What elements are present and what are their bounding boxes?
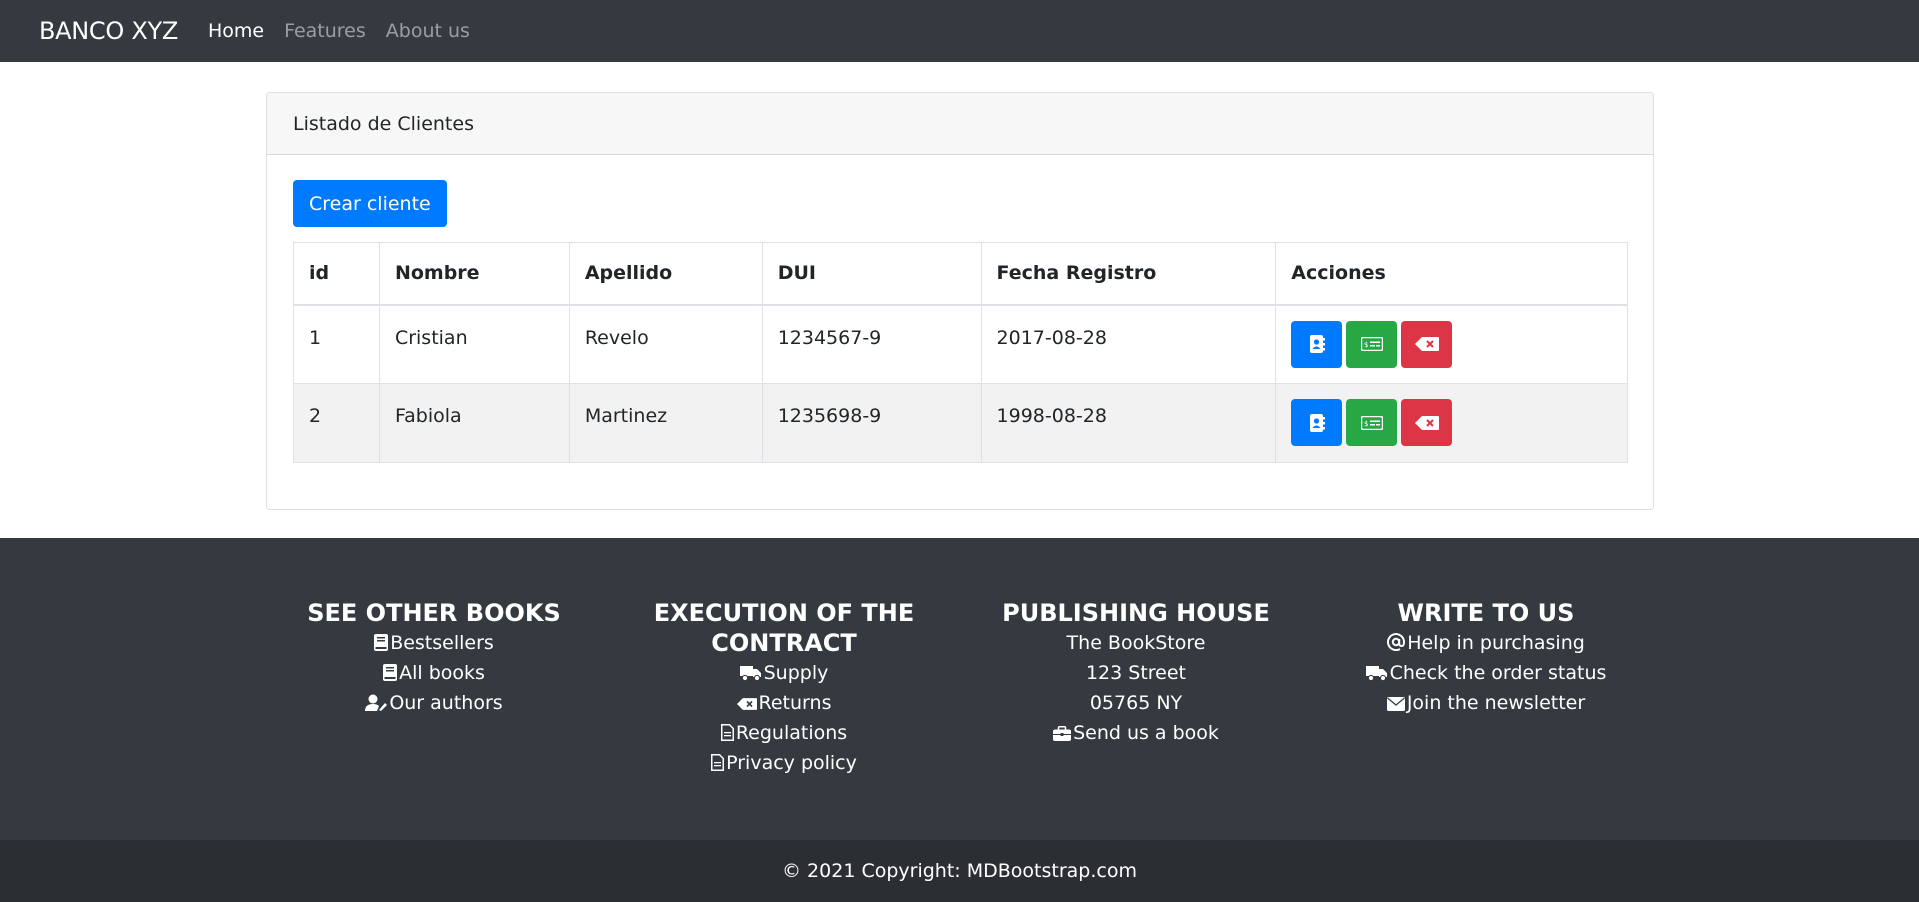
footer-heading: WRITE TO US: [1397, 599, 1575, 627]
footer-heading: EXECUTION OF THE CONTRACT: [653, 599, 915, 657]
svg-text:$: $: [1364, 420, 1368, 428]
column-header-acciones: Acciones: [1275, 242, 1628, 306]
column-header-nombre: Nombre: [378, 242, 570, 306]
money-check-button[interactable]: $: [1346, 320, 1398, 368]
cell-nombre: Fabiola: [378, 383, 570, 463]
cell-apellido: Revelo: [568, 304, 763, 384]
footer-link-bestsellers[interactable]: Bestsellers: [284, 628, 584, 658]
backspace-icon: [1414, 415, 1439, 430]
card-header: Listado de Clientes: [267, 93, 1653, 155]
cell-fecha: 1998-08-28: [980, 383, 1277, 463]
envelope-icon: [1386, 697, 1405, 711]
navbar: BANCO XYZ Home Features About us: [0, 0, 1919, 62]
copyright-text: © 2021 Copyright: MDBootstrap.com: [782, 860, 1137, 882]
briefcase-icon: [1053, 726, 1072, 741]
user-edit-icon: [365, 694, 388, 711]
money-check-button[interactable]: $: [1346, 399, 1398, 446]
footer-link-supply[interactable]: Supply: [634, 658, 934, 688]
money-check-icon: $: [1360, 337, 1383, 351]
footer-link-returns[interactable]: Returns: [634, 688, 934, 718]
column-header-id: id: [293, 242, 380, 306]
footer-column-contract: EXECUTION OF THE CONTRACT Supply Returns…: [634, 598, 934, 778]
truck-icon: [1365, 666, 1387, 682]
nav-link-features[interactable]: Features: [284, 20, 366, 42]
footer-link-all-books[interactable]: All books: [284, 658, 584, 688]
table-row: 1 Cristian Revelo 1234567-9 2017-08-28 $: [293, 304, 1628, 384]
footer-text-city: 05765 NY: [1089, 692, 1183, 714]
footer-link-order-status[interactable]: Check the order status: [1336, 658, 1636, 688]
table-row: 2 Fabiola Martinez 1235698-9 1998-08-28 …: [293, 383, 1628, 463]
column-header-dui: DUI: [761, 242, 982, 306]
footer-column-books: SEE OTHER BOOKS Bestsellers All books Ou…: [284, 598, 584, 718]
money-check-icon: $: [1360, 415, 1383, 430]
at-icon: [1387, 633, 1406, 652]
contact-book-icon: [1309, 335, 1325, 353]
column-header-fecha: Fecha Registro: [980, 242, 1277, 306]
svg-text:$: $: [1364, 341, 1368, 349]
table-header-row: id Nombre Apellido DUI Fecha Registro Ac…: [293, 242, 1628, 306]
delete-button[interactable]: [1401, 320, 1453, 368]
cell-actions: $: [1275, 383, 1628, 463]
footer-link-privacy-policy[interactable]: Privacy policy: [634, 748, 934, 778]
footer-heading: SEE OTHER BOOKS: [307, 599, 561, 627]
copyright-bar: © 2021 Copyright: MDBootstrap.com: [0, 840, 1919, 902]
truck-icon: [739, 666, 761, 682]
view-contact-button[interactable]: [1291, 399, 1343, 446]
book-icon: [383, 664, 398, 681]
cell-apellido: Martinez: [568, 383, 763, 463]
cell-dui: 1234567-9: [761, 304, 982, 384]
column-header-apellido: Apellido: [568, 242, 763, 306]
backspace-icon: [1414, 337, 1439, 351]
cell-id: 2: [293, 383, 380, 463]
delete-button[interactable]: [1401, 399, 1453, 446]
footer: SEE OTHER BOOKS Bestsellers All books Ou…: [0, 538, 1919, 840]
footer-link-our-authors[interactable]: Our authors: [284, 688, 584, 718]
cell-actions: $: [1275, 304, 1628, 384]
clients-card: Listado de Clientes Crear cliente id Nom…: [266, 92, 1654, 510]
footer-link-newsletter[interactable]: Join the newsletter: [1336, 688, 1636, 718]
file-icon: [720, 724, 734, 741]
footer-column-publishing: PUBLISHING HOUSE The BookStore 123 Stree…: [986, 598, 1286, 748]
create-client-button[interactable]: Crear cliente: [293, 180, 447, 227]
footer-text-store: The BookStore: [1066, 632, 1206, 654]
footer-column-write: WRITE TO US Help in purchasing Check the…: [1336, 598, 1636, 718]
cell-nombre: Cristian: [378, 304, 570, 384]
footer-link-regulations[interactable]: Regulations: [634, 718, 934, 748]
cell-dui: 1235698-9: [761, 383, 982, 463]
footer-text-street: 123 Street: [1085, 662, 1187, 684]
book-icon: [374, 634, 389, 651]
cell-fecha: 2017-08-28: [980, 304, 1277, 384]
card-body: Crear cliente id Nombre Apellido DUI Fec…: [267, 155, 1653, 488]
footer-link-send-book[interactable]: Send us a book: [986, 718, 1286, 748]
main-content: Listado de Clientes Crear cliente id Nom…: [0, 62, 1919, 538]
footer-heading: PUBLISHING HOUSE: [1002, 599, 1270, 627]
file-icon: [711, 754, 725, 771]
footer-link-help-purchasing[interactable]: Help in purchasing: [1336, 628, 1636, 658]
contact-book-icon: [1309, 413, 1325, 432]
nav-link-home[interactable]: Home: [208, 20, 264, 42]
view-contact-button[interactable]: [1291, 320, 1343, 368]
brand-logo[interactable]: BANCO XYZ: [39, 17, 178, 45]
clients-table: id Nombre Apellido DUI Fecha Registro Ac…: [293, 242, 1628, 463]
backspace-icon: [736, 698, 757, 710]
nav-link-about[interactable]: About us: [386, 20, 470, 42]
cell-id: 1: [293, 304, 380, 384]
